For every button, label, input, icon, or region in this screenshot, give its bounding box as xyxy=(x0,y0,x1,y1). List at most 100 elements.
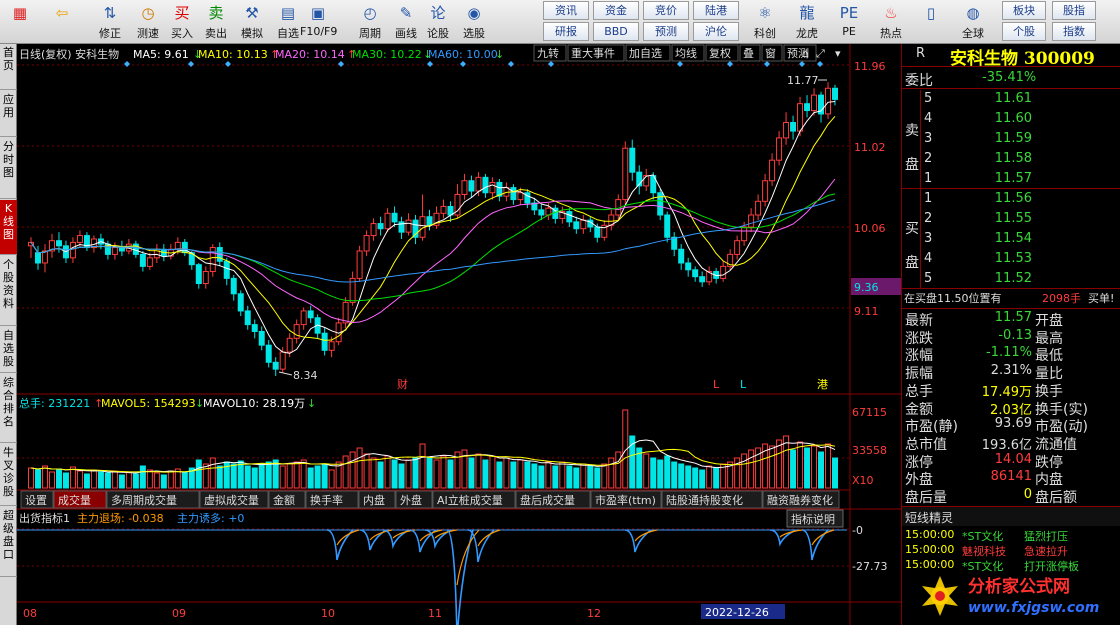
buy-level-number: 2 xyxy=(924,211,933,226)
toolbar-word-button[interactable]: 研报 xyxy=(543,22,589,41)
buy-level-price[interactable]: 11.52 xyxy=(972,271,1032,286)
sell-level-price[interactable]: 11.59 xyxy=(972,131,1032,146)
sprite-stock[interactable]: *ST文化 xyxy=(962,528,1003,544)
toolbar-phone-button[interactable]: ▯ xyxy=(912,1,950,43)
bottom-tab[interactable]: 融资融券变化 xyxy=(767,493,833,507)
toolbar-word-button[interactable]: 资讯 xyxy=(543,1,589,20)
toolbar-dragon-button[interactable]: 龍龙虎 xyxy=(788,1,826,43)
toolbar-sci-button[interactable]: ⚛ 科创 xyxy=(746,1,784,43)
toolbar-select-stock-button[interactable]: ◉ 选股 xyxy=(456,1,492,43)
kline-tab[interactable]: 九转 xyxy=(537,46,559,60)
toolbar-period-button[interactable]: ◴ 周期 xyxy=(352,1,388,43)
bottom-tab[interactable]: 多周期成交量 xyxy=(111,493,177,507)
bottom-tab[interactable]: 虚拟成交量 xyxy=(204,493,259,507)
sprite-stock[interactable]: 魅视科技 xyxy=(962,543,1006,559)
toolbar-word-button[interactable]: 预测 xyxy=(643,22,689,41)
stat-value: 2.31% xyxy=(990,363,1032,379)
toolbar-word-button[interactable]: BBD xyxy=(593,22,639,41)
toolbar-word-button[interactable]: 板块 xyxy=(1002,1,1046,20)
candle-body xyxy=(370,223,377,237)
buy-level-price[interactable]: 11.55 xyxy=(972,211,1032,226)
sidebar-item[interactable]: 自选股 xyxy=(0,327,17,373)
bottom-tab[interactable]: 市盈率(ttm) xyxy=(595,493,656,507)
bottom-tab[interactable]: 换手率 xyxy=(310,493,343,507)
candle-body xyxy=(825,87,832,115)
date-axis-label: 11 xyxy=(428,607,442,620)
bottom-tab[interactable]: 成交量 xyxy=(58,493,91,507)
kline-tab[interactable]: 叠 xyxy=(743,47,754,60)
toolbar-word-button[interactable]: 陆港 xyxy=(693,1,739,20)
candle-body xyxy=(307,310,314,319)
toolbar-word-button[interactable]: 个股 xyxy=(1002,22,1046,41)
sidebar-item[interactable]: 分时图 xyxy=(0,138,17,199)
sidebar-item[interactable]: 应用 xyxy=(0,91,17,137)
event-marker: 港 xyxy=(817,378,828,391)
sell-level-price[interactable]: 11.61 xyxy=(972,91,1032,106)
indicator-help-button[interactable]: 指标说明 xyxy=(791,512,835,526)
date-axis-label: 08 xyxy=(23,607,37,620)
toolbar-f10-button[interactable]: ▣ F10/F9 xyxy=(300,1,337,43)
kline-tab[interactable]: 均线 xyxy=(675,46,697,60)
select-stock-icon: ◉ xyxy=(467,4,481,22)
toolbar-word-button[interactable]: 资金 xyxy=(593,1,639,20)
buy-level-price[interactable]: 11.53 xyxy=(972,251,1032,266)
sidebar-item[interactable]: 首页 xyxy=(0,44,17,90)
kline-tab[interactable]: 复权 xyxy=(709,46,731,60)
kline-tab[interactable]: 窗 xyxy=(765,46,776,60)
toolbar-arrows-button[interactable]: ⇅ 修正 xyxy=(92,1,128,43)
volume-bar xyxy=(265,461,272,489)
bottom-tab[interactable]: 盘后成交量 xyxy=(520,493,575,507)
candle-body xyxy=(202,271,209,285)
candle-body xyxy=(55,240,62,247)
sidebar-item[interactable]: 超级盘口 xyxy=(0,507,17,577)
toolbar-pe-button[interactable]: PE PE xyxy=(830,1,868,43)
sell-level-price[interactable]: 11.57 xyxy=(972,171,1032,186)
toolbar-hot-button[interactable]: ♨ 热点 xyxy=(872,1,910,43)
buy-level-price[interactable]: 11.56 xyxy=(972,191,1032,206)
lock-icon: ⌂ xyxy=(802,47,809,60)
buy-level-price[interactable]: 11.54 xyxy=(972,231,1032,246)
toolbar-pencil-button[interactable]: ✎ 画线 xyxy=(388,1,424,43)
sell-level-number: 1 xyxy=(924,171,933,186)
volume-bar xyxy=(615,451,622,489)
weibi-label: 委比 xyxy=(905,73,933,89)
toolbar-word-button[interactable]: 指数 xyxy=(1052,22,1096,41)
toolbar-sell-button[interactable]: 卖卖出 xyxy=(198,1,234,43)
candle-body xyxy=(230,277,237,295)
toolbar-word-button[interactable]: 沪伦 xyxy=(693,22,739,41)
kline-tab[interactable]: 重大事件 xyxy=(571,46,615,60)
toolbar-buy-button[interactable]: 买买入 xyxy=(164,1,200,43)
kline-chart-area[interactable]: 11.96 11.02 10.06 9.36 9.11 8.34 11.77 财 L L 港 日线(复… xyxy=(17,44,901,625)
toolbar-globe-button[interactable]: ◍ 全球 xyxy=(954,1,992,43)
toolbar-word-button[interactable]: 股指 xyxy=(1052,1,1096,20)
toolbar-back-arrow-button[interactable]: ⇦ xyxy=(44,1,80,43)
toolbar-word-button[interactable]: 竞价 xyxy=(643,1,689,20)
event-marker: L xyxy=(713,378,720,391)
volume-bar xyxy=(342,455,349,489)
sell-level-number: 4 xyxy=(924,111,933,126)
toolbar-label: 模拟 xyxy=(241,27,263,40)
volume-bar xyxy=(699,469,706,489)
toolbar-label: 选股 xyxy=(463,27,485,40)
sell-level-price[interactable]: 11.58 xyxy=(972,151,1032,166)
bottom-tab[interactable]: 外盘 xyxy=(400,493,422,507)
bottom-tab[interactable]: 金额 xyxy=(273,493,295,507)
bottom-tab[interactable]: 设置 xyxy=(25,494,47,507)
volume-bar xyxy=(181,471,188,489)
toolbar-discuss-button[interactable]: 论论股 xyxy=(420,1,456,43)
sidebar-item[interactable]: 个股资料 xyxy=(0,256,17,326)
toolbar-clock-button[interactable]: ◷ 测速 xyxy=(130,1,166,43)
bottom-tab[interactable]: AI立桩成交量 xyxy=(437,493,503,507)
sidebar-item[interactable]: 综合排名 xyxy=(0,374,17,443)
sidebar-item[interactable]: 牛叉诊股 xyxy=(0,444,17,506)
sidebar-item[interactable]: K线图 xyxy=(0,200,17,255)
toolbar-hammer-button[interactable]: ⚒ 模拟 xyxy=(234,1,270,43)
volume-bar xyxy=(370,457,377,489)
toolbar-windows-button[interactable]: ▦ xyxy=(2,1,38,43)
bottom-tab[interactable]: 内盘 xyxy=(363,493,385,507)
sell-level-price[interactable]: 11.60 xyxy=(972,111,1032,126)
hammer-icon: ⚒ xyxy=(245,4,259,22)
kline-tab[interactable]: 加自选 xyxy=(629,47,662,60)
toolbar-label: 买入 xyxy=(171,27,193,40)
bottom-tab[interactable]: 陆股通持股变化 xyxy=(666,493,743,507)
